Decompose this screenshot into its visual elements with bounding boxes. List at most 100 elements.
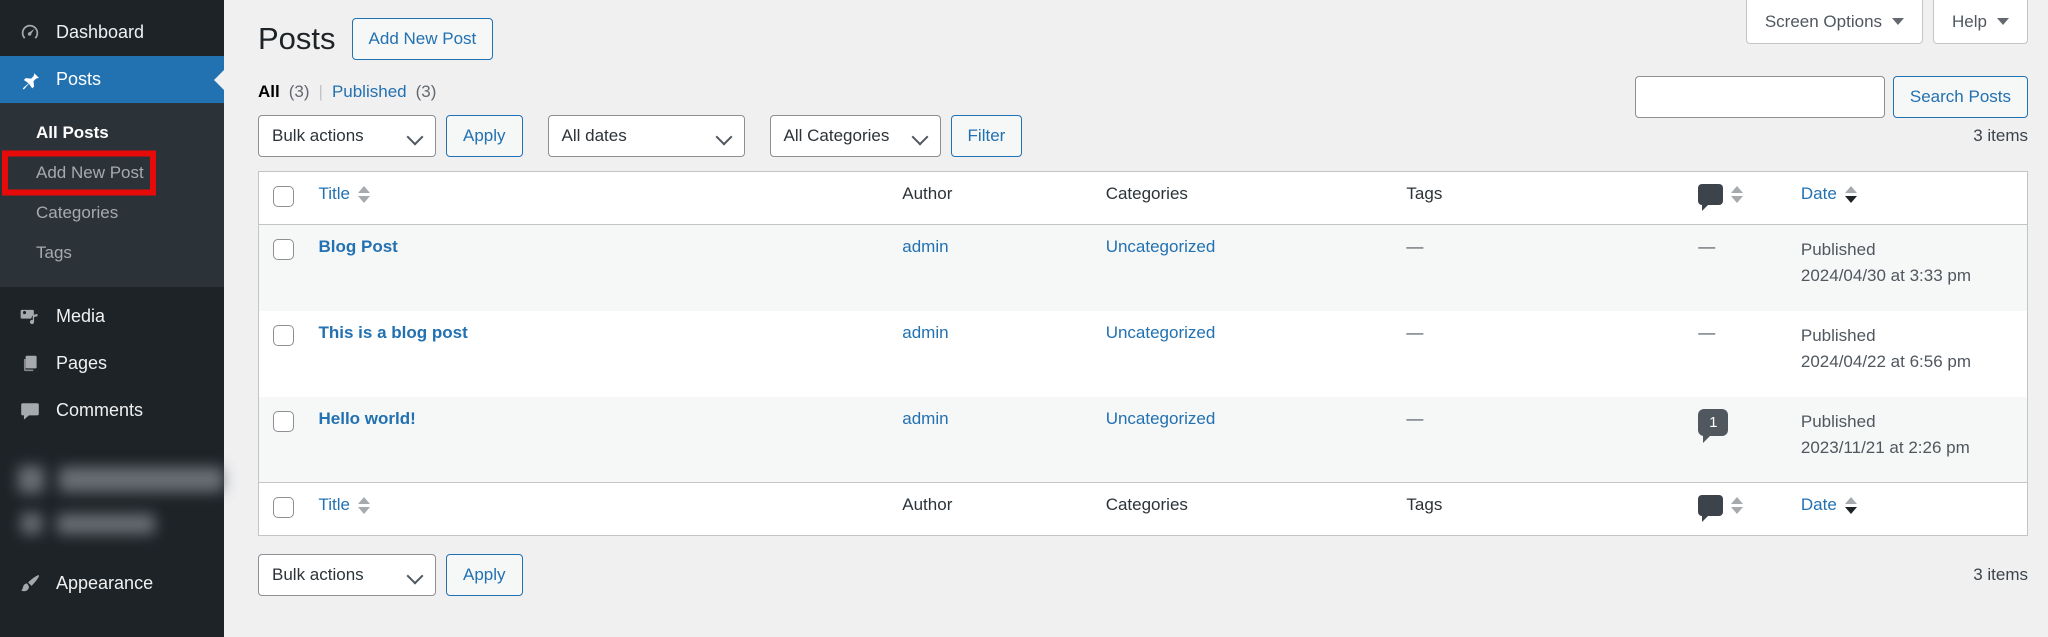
post-date: 2024/04/30 at 3:33 pm [1800,266,1972,286]
tags-value: — [1406,322,1424,342]
posts-submenu: All Posts Add New Post Categories Tags [0,103,224,287]
post-title-link[interactable]: Hello world! [319,409,416,428]
sidebar-item-tags[interactable]: Tags [0,233,224,273]
post-category-link[interactable]: Uncategorized [1106,409,1216,428]
sort-arrows-icon [1844,185,1857,203]
post-author-link[interactable]: admin [902,237,948,256]
sidebar-item-label: All Posts [36,123,109,142]
sort-arrows-icon [358,496,370,514]
title-column-header: Title [318,184,351,203]
bulk-actions-select[interactable]: Bulk actions [258,554,436,596]
comments-value: — [1698,237,1716,256]
main-content: Screen Options Help Posts Add New Post A… [224,0,2048,637]
post-title-link[interactable]: This is a blog post [319,323,468,342]
sort-arrows-icon [1731,497,1744,514]
sidebar-item-pages[interactable]: Pages [0,340,224,387]
select-row-checkbox[interactable] [273,239,294,260]
sidebar-item-posts[interactable]: Posts [0,56,224,103]
admin-sidebar: Dashboard Posts All Posts Add New Post C… [0,0,224,637]
select-row-checkbox[interactable] [273,410,294,432]
redacted-menu-item [18,513,224,534]
screen-options-button[interactable]: Screen Options [1745,0,1924,44]
sort-by-date[interactable]: Date [1801,184,1857,204]
bulk-actions-value: Bulk actions [272,126,364,145]
sidebar-item-all-posts[interactable]: All Posts [0,113,224,153]
search-posts-button[interactable]: Search Posts [1892,76,2028,118]
chevron-down-icon [1997,18,2009,25]
filter-published-count: (3) [415,82,437,101]
item-count: 3 items [1973,126,2028,145]
sidebar-item-label: Media [56,306,106,326]
filter-button[interactable]: Filter [950,115,1023,157]
sidebar-item-dashboard[interactable]: Dashboard [0,9,224,56]
post-author-link[interactable]: admin [902,323,948,342]
table-row: Blog Post admin Uncategorized — — Publis… [258,224,2028,311]
select-row-checkbox[interactable] [273,324,294,346]
post-category-link[interactable]: Uncategorized [1106,323,1216,342]
sidebar-item-label: Tags [36,243,72,262]
tablenav-top: Bulk actions Apply All dates All Categor… [258,115,2028,157]
dashboard-icon [18,21,42,45]
filter-published-link[interactable]: Published [332,82,407,102]
search-input[interactable] [1634,76,1885,118]
sort-arrows-icon [1731,186,1744,203]
sort-by-comments[interactable] [1698,184,1744,211]
sidebar-item-label: Dashboard [56,22,145,42]
item-count: 3 items [1973,565,2028,584]
add-new-post-button[interactable]: Add New Post [351,18,494,60]
pushpin-icon [18,68,42,92]
comment-count-bubble[interactable]: 1 [1698,408,1729,443]
sidebar-item-categories[interactable]: Categories [0,193,224,233]
pages-icon [18,352,42,376]
all-dates-value: All dates [561,126,627,145]
post-author-link[interactable]: admin [902,409,948,428]
date-column-header: Date [1800,495,1837,514]
post-status: Published [1800,240,1876,259]
post-status: Published [1800,411,1876,431]
date-column-header: Date [1800,184,1837,203]
categories-column-header: Categories [1105,184,1188,203]
tablenav-bottom: Bulk actions Apply 3 items [258,554,2028,596]
post-category-link[interactable]: Uncategorized [1106,237,1216,256]
screen-options-label: Screen Options [1764,11,1883,31]
posts-table: Title Author Categories Tags Date Blog P… [258,171,2028,536]
all-categories-select[interactable]: All Categories [769,115,941,157]
sidebar-item-comments[interactable]: Comments [0,387,224,434]
chevron-down-icon [1892,18,1905,25]
sidebar-item-appearance[interactable]: Appearance [0,560,224,607]
sort-arrows-icon [1844,496,1857,514]
redacted-menu-item [18,466,224,493]
bulk-actions-select[interactable]: Bulk actions [258,115,436,157]
sort-by-date[interactable]: Date [1801,495,1857,515]
help-button[interactable]: Help [1933,0,2028,44]
redacted-menu-section [0,466,224,534]
tags-column-header: Tags [1406,495,1443,514]
sidebar-item-label: Posts [56,69,102,89]
apply-button[interactable]: Apply [446,554,523,596]
comments-value: — [1698,322,1716,342]
sort-by-comments[interactable] [1698,495,1744,522]
author-column-header: Author [902,184,953,203]
sort-by-title[interactable]: Title [319,495,370,515]
categories-column-header: Categories [1105,495,1188,514]
post-status: Published [1800,325,1876,345]
comment-icon [1698,184,1724,211]
all-dates-select[interactable]: All dates [547,115,745,157]
comment-icon [18,399,42,423]
filter-all-link[interactable]: All [258,82,280,102]
post-title-link[interactable]: Blog Post [319,237,398,256]
select-all-checkbox[interactable] [273,186,294,207]
apply-button[interactable]: Apply [446,115,523,157]
table-footer-row: Title Author Categories Tags Date [259,483,2028,536]
redacted-icon [21,513,42,534]
sidebar-item-media[interactable]: Media [0,293,224,340]
table-row: Hello world! admin Uncategorized — 1 Pub… [258,396,2028,483]
table-header-row: Title Author Categories Tags Date [259,172,2028,225]
sidebar-item-add-new-post[interactable]: Add New Post [0,150,224,196]
search-box: Search Posts [1634,76,2028,118]
media-icon [18,305,42,329]
redacted-label [57,513,155,534]
author-column-header: Author [902,495,953,514]
sort-by-title[interactable]: Title [318,184,370,204]
select-all-checkbox[interactable] [273,497,294,518]
